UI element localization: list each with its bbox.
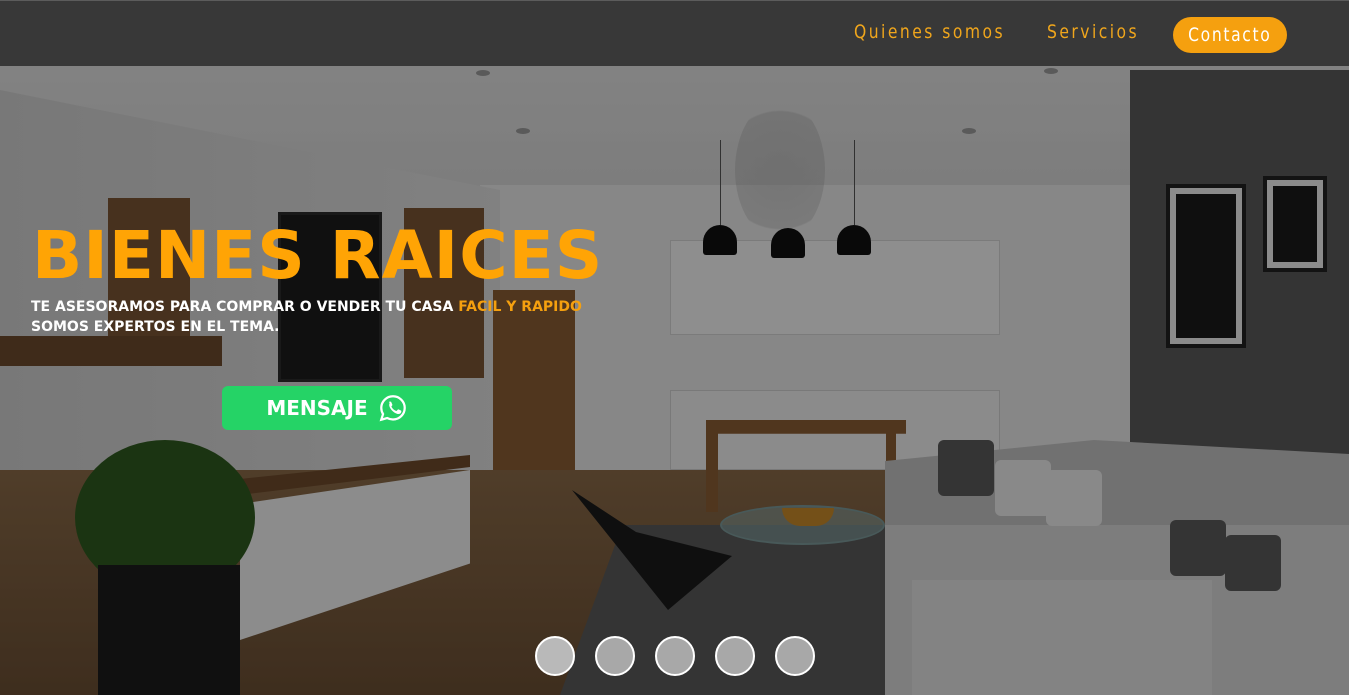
contact-button-label: Contacto [1188, 24, 1272, 46]
hero-subtitle: TE ASESORAMOS PARA COMPRAR O VENDER TU C… [31, 297, 591, 337]
top-navbar: Quienes somos Servicios Contacto [0, 0, 1349, 66]
nav-link-quienes-somos[interactable]: Quienes somos [854, 21, 1005, 43]
slider-dot-2[interactable] [595, 636, 635, 676]
slider-dot-4[interactable] [715, 636, 755, 676]
slider-dot-3[interactable] [655, 636, 695, 676]
hero-background [0, 0, 1349, 695]
hero-subtitle-highlight: FACIL Y RAPIDO [458, 299, 582, 315]
slider-dots [535, 636, 815, 676]
message-button-label: MENSAJE [266, 396, 368, 420]
contact-button[interactable]: Contacto [1173, 17, 1287, 53]
slider-dot-5[interactable] [775, 636, 815, 676]
slider-dot-1[interactable] [535, 636, 575, 676]
whatsapp-message-button[interactable]: MENSAJE [222, 386, 452, 430]
nav-link-servicios[interactable]: Servicios [1047, 21, 1139, 43]
hero-title: BIENES RAICES [32, 217, 604, 294]
hero-subtitle-text: TE ASESORAMOS PARA COMPRAR O VENDER TU C… [31, 299, 459, 315]
hero-subtitle-text-end: SOMOS EXPERTOS EN EL TEMA. [31, 319, 280, 335]
whatsapp-icon [378, 393, 408, 423]
dark-overlay [0, 0, 1349, 695]
